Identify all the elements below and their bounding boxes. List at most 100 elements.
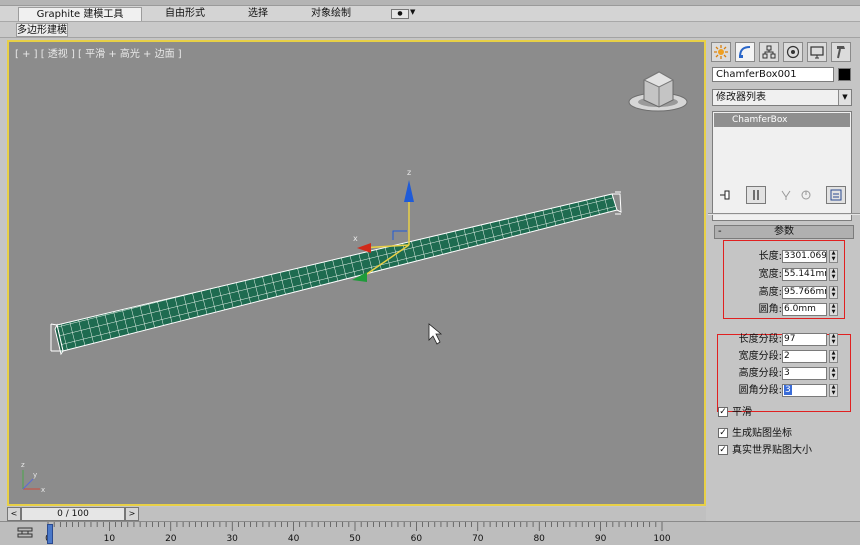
viewcube[interactable]: [628, 71, 688, 112]
cursor-icon: [428, 323, 443, 345]
gizmo-x-label: x: [353, 234, 358, 243]
param-fillet-spinner[interactable]: ▲ ▼: [829, 303, 838, 316]
ruler-tick-label: 70: [472, 534, 484, 544]
ribbon-subtab-row: 多边形建模: [0, 22, 860, 38]
param-width-field[interactable]: 55.141mm: [782, 268, 827, 281]
viewport-scene[interactable]: z x z x y: [9, 42, 706, 506]
motion-icon: [786, 45, 800, 59]
parameters-rollout-header[interactable]: - 参数: [714, 225, 854, 239]
remove-modifier-button[interactable]: [796, 186, 816, 204]
tripod-z-label: z: [21, 461, 25, 469]
object-color-swatch[interactable]: [838, 68, 851, 81]
param-length-spinner[interactable]: ▲ ▼: [829, 250, 838, 263]
ruler-tick-label: 80: [533, 534, 545, 544]
tab-object-paint[interactable]: 对象绘制: [302, 7, 360, 21]
hierarchy-icon: [762, 45, 776, 59]
create-tab[interactable]: [711, 42, 731, 62]
seg-length-spinner[interactable]: ▲ ▼: [829, 333, 838, 346]
time-next-button[interactable]: >: [125, 507, 139, 521]
ruler-tick-label: 100: [653, 534, 671, 544]
tripod-x-label: x: [41, 486, 45, 494]
current-frame-marker[interactable]: [47, 524, 53, 544]
param-fillet-label: 圆角:: [758, 304, 782, 315]
gen-mapping-checkbox[interactable]: ✓: [718, 428, 728, 438]
track-bar[interactable]: 0102030405060708090100: [0, 521, 860, 545]
hammer-icon: [837, 46, 845, 59]
param-length-row: 长度: 3301.069i ▲ ▼: [708, 250, 860, 264]
perspective-viewport[interactable]: z x z x y [ + ] [ 透视 ] [ 平滑 + 高光 + 边面 ]: [7, 40, 706, 506]
seg-fillet-field[interactable]: 3: [782, 384, 827, 397]
seg-height-field[interactable]: 3: [782, 367, 827, 380]
viewport-label[interactable]: [ + ] [ 透视 ] [ 平滑 + 高光 + 边面 ]: [15, 45, 182, 60]
divider: [708, 213, 860, 215]
show-end-result-button[interactable]: [746, 186, 766, 204]
seg-fillet-label: 圆角分段:: [738, 385, 782, 396]
gen-mapping-label: 生成贴图坐标: [732, 428, 792, 439]
seg-height-spinner[interactable]: ▲ ▼: [829, 367, 838, 380]
param-length-label: 长度:: [758, 251, 782, 262]
seg-height-row: 高度分段: 3 ▲ ▼: [708, 367, 860, 381]
ruler-tick-label: 90: [594, 534, 607, 544]
time-prev-button[interactable]: <: [7, 507, 21, 521]
tab-selection[interactable]: 选择: [238, 7, 278, 21]
param-length-field[interactable]: 3301.069i: [782, 250, 827, 263]
display-tab[interactable]: [807, 42, 827, 62]
ruler-tick-label: 20: [165, 534, 177, 544]
seg-fillet-spinner[interactable]: ▲ ▼: [829, 384, 838, 397]
param-width-spinner[interactable]: ▲ ▼: [829, 268, 838, 281]
seg-width-spinner[interactable]: ▲ ▼: [829, 350, 838, 363]
pin-icon: [720, 190, 730, 200]
ruler-tick-label: 30: [226, 534, 238, 544]
ruler-tick-label: 60: [410, 534, 423, 544]
modifier-list-dropdown[interactable]: 修改器列表 ▼: [712, 89, 852, 106]
param-height-field[interactable]: 95.766mm: [782, 286, 827, 299]
seg-length-field[interactable]: 97: [782, 333, 827, 346]
param-height-spinner[interactable]: ▲ ▼: [829, 286, 838, 299]
configure-icon: [830, 189, 842, 201]
real-world-map-checkbox[interactable]: ✓: [718, 445, 728, 455]
remove-modifier-icon: [801, 190, 811, 200]
ribbon-options-button[interactable]: ●: [391, 9, 409, 19]
track-bar-button[interactable]: [16, 525, 34, 541]
end-result-icon: [753, 190, 759, 200]
chamferbox-mesh[interactable]: [50, 191, 622, 356]
bent-curve-icon: [739, 46, 751, 58]
tab-freeform[interactable]: 自由形式: [150, 7, 220, 21]
seg-length-label: 长度分段:: [738, 334, 782, 345]
collapse-icon: -: [718, 226, 722, 237]
seg-width-row: 宽度分段: 2 ▲ ▼: [708, 350, 860, 364]
chevron-down-icon[interactable]: ▼: [838, 90, 851, 105]
seg-fillet-row: 圆角分段: 3 ▲ ▼: [708, 384, 860, 398]
real-world-map-label: 真实世界贴图大小: [732, 445, 812, 456]
display-icon: [810, 46, 824, 59]
utilities-tab[interactable]: [831, 42, 851, 62]
command-panel: ChamferBox001 修改器列表 ▼ ChamferBox - 参数 长度…: [708, 40, 860, 518]
frame-ruler[interactable]: 0102030405060708090100: [45, 522, 671, 545]
pin-stack-button[interactable]: [716, 186, 736, 204]
time-slider[interactable]: 0 / 100: [21, 507, 125, 521]
configure-sets-button[interactable]: [826, 186, 846, 204]
modify-tab[interactable]: [735, 42, 755, 62]
ruler-tick-label: 40: [287, 534, 300, 544]
sun-icon: [714, 45, 728, 59]
stack-item-chamferbox[interactable]: ChamferBox: [714, 113, 850, 127]
seg-width-field[interactable]: 2: [782, 350, 827, 363]
make-unique-icon: [781, 190, 791, 200]
object-name-input[interactable]: ChamferBox001: [712, 67, 834, 82]
time-slider-bar: < 0 / 100 >: [7, 507, 706, 521]
command-panel-tabs: [711, 42, 856, 62]
modifier-list-label: 修改器列表: [716, 92, 766, 103]
param-fillet-row: 圆角: 6.0mm ▲ ▼: [708, 303, 860, 317]
seg-length-row: 长度分段: 97 ▲ ▼: [708, 333, 860, 347]
ruler-tick-label: 50: [349, 534, 361, 544]
smooth-checkbox[interactable]: ✓: [718, 407, 728, 417]
tab-polygon-modeling[interactable]: 多边形建模: [16, 23, 68, 37]
param-fillet-field[interactable]: 6.0mm: [782, 303, 827, 316]
seg-width-label: 宽度分段:: [738, 351, 782, 362]
motion-tab[interactable]: [783, 42, 803, 62]
seg-fillet-value: 3: [784, 385, 792, 395]
hierarchy-tab[interactable]: [759, 42, 779, 62]
param-width-label: 宽度:: [758, 269, 782, 280]
tab-graphite[interactable]: Graphite 建模工具: [18, 7, 142, 21]
make-unique-button[interactable]: [776, 186, 796, 204]
